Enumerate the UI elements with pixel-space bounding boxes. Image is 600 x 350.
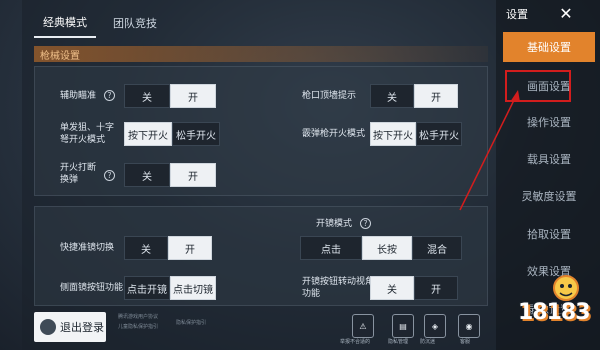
sidebar-item-basic[interactable]: 基础设置: [503, 32, 595, 62]
tab-team-deathmatch[interactable]: 团队竞技: [104, 8, 166, 38]
help-icon[interactable]: ?: [104, 90, 115, 101]
help-icon[interactable]: ?: [104, 170, 115, 181]
fire-interrupt-off[interactable]: 关: [124, 163, 170, 187]
scope-turn-on[interactable]: 开: [414, 276, 458, 300]
scope-turn-toggle: 关 开: [370, 276, 458, 300]
close-icon[interactable]: ✕: [556, 2, 576, 24]
privacy-guide-link[interactable]: 隐私保护指引: [176, 320, 206, 327]
scope-mode-selector: 点击 长按 混合: [300, 236, 462, 260]
aim-assist-toggle: 关 开: [124, 84, 216, 108]
section-title: 枪械设置: [34, 46, 488, 62]
watermark-text: 18183: [518, 300, 591, 325]
anti-addiction-button[interactable]: ◈: [424, 314, 446, 338]
shotgun-press-fire[interactable]: 按下开火: [370, 122, 416, 146]
aim-assist-on[interactable]: 开: [170, 84, 216, 108]
shield-icon: ◈: [424, 314, 446, 338]
logout-label: 退出登录: [60, 321, 104, 334]
scope-turn-label: 开镜按钮转动视角功能: [302, 277, 375, 299]
customer-service-button[interactable]: ◉: [458, 314, 480, 338]
scope-mode-label: 开镜模式: [316, 219, 353, 229]
privacy-icon: ▤: [392, 314, 414, 338]
logout-button[interactable]: 退出登录: [34, 312, 106, 342]
muzzle-hint-off[interactable]: 关: [370, 84, 414, 108]
customer-service-icon: ◉: [458, 314, 480, 338]
child-privacy-link[interactable]: 儿童隐私保护指引: [118, 324, 158, 331]
scope-mode-mixed[interactable]: 混合: [412, 236, 462, 260]
shotgun-fire-label: 霰弹枪开火模式: [302, 129, 366, 139]
report-button[interactable]: ⚠: [352, 314, 374, 338]
report-icon: ⚠: [352, 314, 374, 338]
privacy-label: 隐私管理: [388, 339, 409, 345]
sidebar-title: 设置: [506, 8, 528, 21]
side-scope-tap-open[interactable]: 点击开镜: [124, 276, 170, 300]
fire-interrupt-on[interactable]: 开: [170, 163, 216, 187]
sniper-release-fire[interactable]: 松手开火: [172, 122, 220, 146]
aim-assist-off[interactable]: 关: [124, 84, 170, 108]
quick-scope-label: 快捷准镜切换: [60, 243, 115, 253]
fire-interrupt-toggle: 关 开: [124, 163, 216, 187]
muzzle-hint-label: 枪口顶墙提示: [302, 91, 357, 101]
privacy-button[interactable]: ▤: [392, 314, 414, 338]
scope-mode-hold[interactable]: 长按: [362, 236, 412, 260]
sniper-fire-toggle: 按下开火 松手开火: [124, 122, 220, 146]
anti-addiction-label: 防沉迷: [420, 339, 436, 345]
customer-service-label: 客服: [460, 339, 471, 345]
side-scope-tap-switch[interactable]: 点击切镜: [170, 276, 216, 300]
side-scope-toggle: 点击开镜 点击切镜: [124, 276, 216, 300]
report-label: 举报不合适的: [340, 339, 371, 345]
annotation-arrow: [459, 90, 520, 211]
user-icon: [40, 319, 56, 335]
aim-assist-label: 辅助瞄准: [60, 91, 97, 101]
fire-interrupt-label: 开火打断换弹: [60, 163, 97, 185]
side-scope-label: 侧面镜按钮功能: [60, 283, 124, 293]
sniper-fire-label: 单发狙、十字弩开火模式: [60, 123, 115, 145]
section-title-text: 枪械设置: [40, 50, 80, 62]
tab-classic-mode[interactable]: 经典模式: [34, 8, 96, 38]
scope-mode-tap[interactable]: 点击: [300, 236, 362, 260]
quick-scope-on[interactable]: 开: [168, 236, 212, 260]
scope-turn-off[interactable]: 关: [370, 276, 414, 300]
quick-scope-off[interactable]: 关: [124, 236, 168, 260]
quick-scope-toggle: 关 开: [124, 236, 212, 260]
sidebar-item-pickup[interactable]: 拾取设置: [503, 219, 595, 249]
help-icon[interactable]: ?: [360, 218, 371, 229]
sniper-press-fire[interactable]: 按下开火: [124, 122, 172, 146]
user-agreement-link[interactable]: 腾讯游戏用户协议: [118, 314, 158, 321]
